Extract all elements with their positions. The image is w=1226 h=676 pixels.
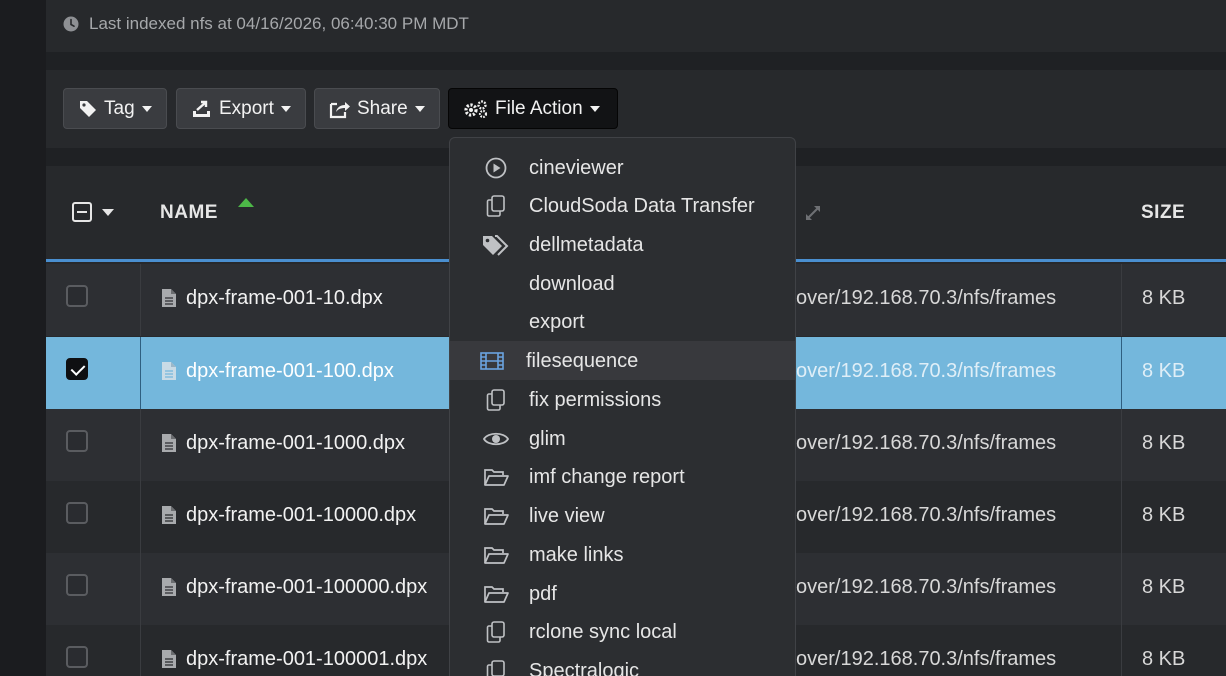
file-icon [162,289,176,307]
play-circle-icon [485,157,507,179]
chevron-down-icon [280,105,291,112]
menu-item-label: live view [529,505,605,527]
menu-item-rclone-sync-local[interactable]: rclone sync local [450,612,795,651]
menu-item-label: imf change report [529,466,685,488]
file-action-button[interactable]: File Action [448,88,618,129]
file-name[interactable]: dpx-frame-001-100.dpx [186,360,394,383]
select-all-checkbox[interactable] [72,202,92,222]
menu-item-download[interactable]: download [450,264,795,303]
row-checkbox[interactable] [66,285,88,307]
index-status: Last indexed nfs at 04/16/2026, 06:40:30… [63,14,469,34]
name-column-header[interactable]: NAME [160,202,218,224]
file-name[interactable]: dpx-frame-001-10000.dpx [186,504,416,527]
menu-item-label: CloudSoda Data Transfer [529,195,755,217]
file-path: over/192.168.70.3/nfs/frames [796,287,1057,309]
folder-open-icon [484,586,509,603]
menu-item-label: export [529,311,585,333]
tags-icon [483,235,509,256]
file-path: over/192.168.70.3/nfs/frames [796,432,1057,454]
chevron-down-icon [589,105,600,112]
left-sidebar [0,0,46,676]
menu-item-pdf[interactable]: pdf [450,574,795,613]
row-checkbox[interactable] [66,574,88,596]
share-icon [329,101,350,118]
menu-item-label: fix permissions [529,389,662,411]
file-action-menu: cineviewer CloudSoda Data Transfer dellm… [449,137,796,676]
copy-icon [486,621,505,643]
expand-icon[interactable] [803,203,823,223]
menu-item-fix-permissions[interactable]: fix permissions [450,380,795,419]
copy-icon [486,195,505,217]
cogs-icon [464,99,488,118]
size-column-header[interactable]: SIZE [1141,202,1185,224]
copy-icon [486,389,505,411]
menu-item-label: cineviewer [529,157,624,179]
file-size: 8 KB [1142,360,1186,382]
file-size: 8 KB [1142,287,1186,309]
menu-item-live-view[interactable]: live view [450,496,795,535]
row-checkbox[interactable] [66,502,88,524]
menu-item-make-links[interactable]: make links [450,535,795,574]
file-name[interactable]: dpx-frame-001-100001.dpx [186,648,427,671]
file-icon [162,362,176,380]
export-button-label: Export [219,97,274,119]
menu-item-label: filesequence [526,350,639,372]
folder-open-icon [484,547,509,564]
index-status-text: Last indexed nfs at 04/16/2026, 06:40:30… [89,14,469,33]
menu-item-label: make links [529,544,624,566]
file-path: over/192.168.70.3/nfs/frames [796,504,1057,526]
tag-icon [80,100,96,117]
file-action-button-label: File Action [495,97,583,119]
menu-item-spectralogic[interactable]: Spectralogic [450,651,795,676]
film-icon [480,352,504,370]
sort-ascending-icon[interactable] [238,198,254,207]
menu-item-label: pdf [529,583,557,605]
menu-item-label: download [529,273,615,295]
file-path: over/192.168.70.3/nfs/frames [796,648,1057,670]
folder-open-icon [484,469,509,486]
menu-item-export[interactable]: export [450,302,795,341]
menu-item-cineviewer[interactable]: cineviewer [450,148,795,187]
select-all-dropdown[interactable] [72,202,114,222]
file-icon [162,578,176,596]
folder-open-icon [484,508,509,525]
file-size: 8 KB [1142,576,1186,598]
share-button[interactable]: Share [314,88,440,129]
menu-item-filesequence[interactable]: filesequence [450,341,795,380]
menu-item-dellmetadata[interactable]: dellmetadata [450,225,795,264]
row-checkbox[interactable] [66,646,88,668]
file-size: 8 KB [1142,504,1186,526]
file-name[interactable]: dpx-frame-001-1000.dpx [186,432,405,455]
row-checkbox[interactable] [66,430,88,452]
chevron-down-icon[interactable] [102,208,114,216]
file-path: over/192.168.70.3/nfs/frames [796,360,1057,382]
menu-item-label: glim [529,428,566,450]
copy-icon [486,660,505,676]
row-checkbox-checked[interactable] [66,358,88,380]
file-size: 8 KB [1142,432,1186,454]
file-path: over/192.168.70.3/nfs/frames [796,576,1057,598]
menu-item-cloudsoda-data-transfer[interactable]: CloudSoda Data Transfer [450,186,795,225]
menu-item-label: rclone sync local [529,621,677,643]
file-icon [162,650,176,668]
file-size: 8 KB [1142,648,1186,670]
tag-button[interactable]: Tag [63,88,167,129]
chevron-down-icon [414,105,425,112]
file-name[interactable]: dpx-frame-001-10.dpx [186,287,383,310]
tag-button-label: Tag [104,97,135,119]
menu-item-label: Spectralogic [529,660,640,676]
file-icon [162,506,176,524]
clock-icon [63,16,79,32]
file-name[interactable]: dpx-frame-001-100000.dpx [186,576,427,599]
file-icon [162,434,176,452]
eye-icon [483,432,509,446]
menu-item-imf-change-report[interactable]: imf change report [450,457,795,496]
share-button-label: Share [357,97,408,119]
export-button[interactable]: Export [176,88,306,129]
export-icon [193,100,210,117]
menu-item-label: dellmetadata [529,234,644,256]
chevron-down-icon [141,105,152,112]
menu-item-glim[interactable]: glim [450,419,795,458]
